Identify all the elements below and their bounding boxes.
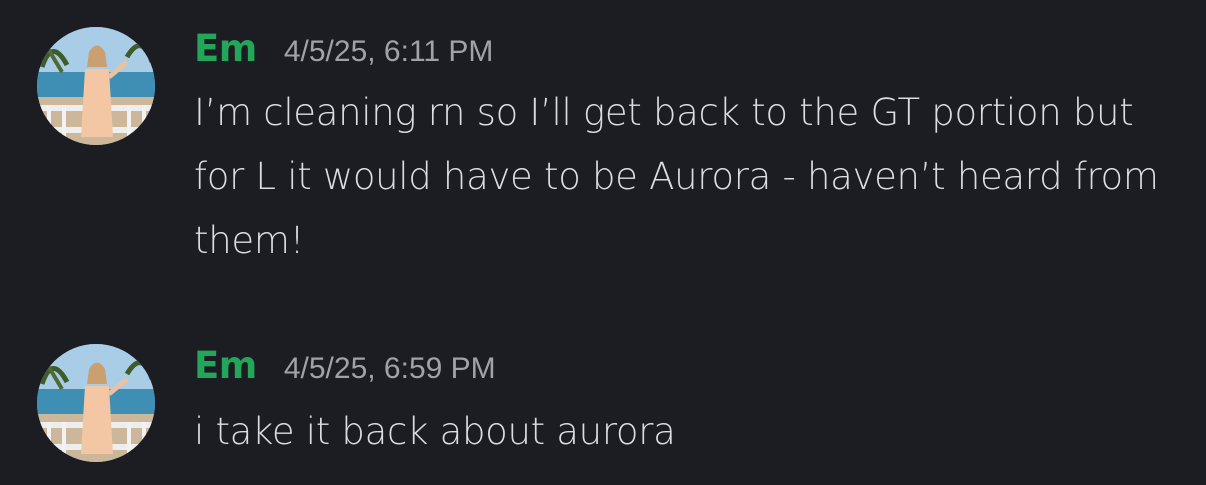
avatar-photo-icon	[37, 27, 155, 145]
username[interactable]: Em	[194, 344, 257, 387]
message-text: I’m cleaning rn so I’ll get back to the …	[194, 91, 1159, 262]
message-text: i take it back about aurora	[194, 410, 676, 453]
timestamp: 4/5/25, 6:59 PM	[283, 352, 496, 385]
avatar-photo-icon	[37, 344, 155, 462]
avatar[interactable]	[37, 27, 155, 145]
avatar[interactable]	[37, 344, 155, 462]
message-header: Em 4/5/25, 6:11 PM	[194, 27, 493, 73]
username[interactable]: Em	[194, 27, 257, 70]
timestamp: 4/5/25, 6:11 PM	[283, 35, 494, 68]
message-header: Em 4/5/25, 6:59 PM	[194, 344, 496, 390]
